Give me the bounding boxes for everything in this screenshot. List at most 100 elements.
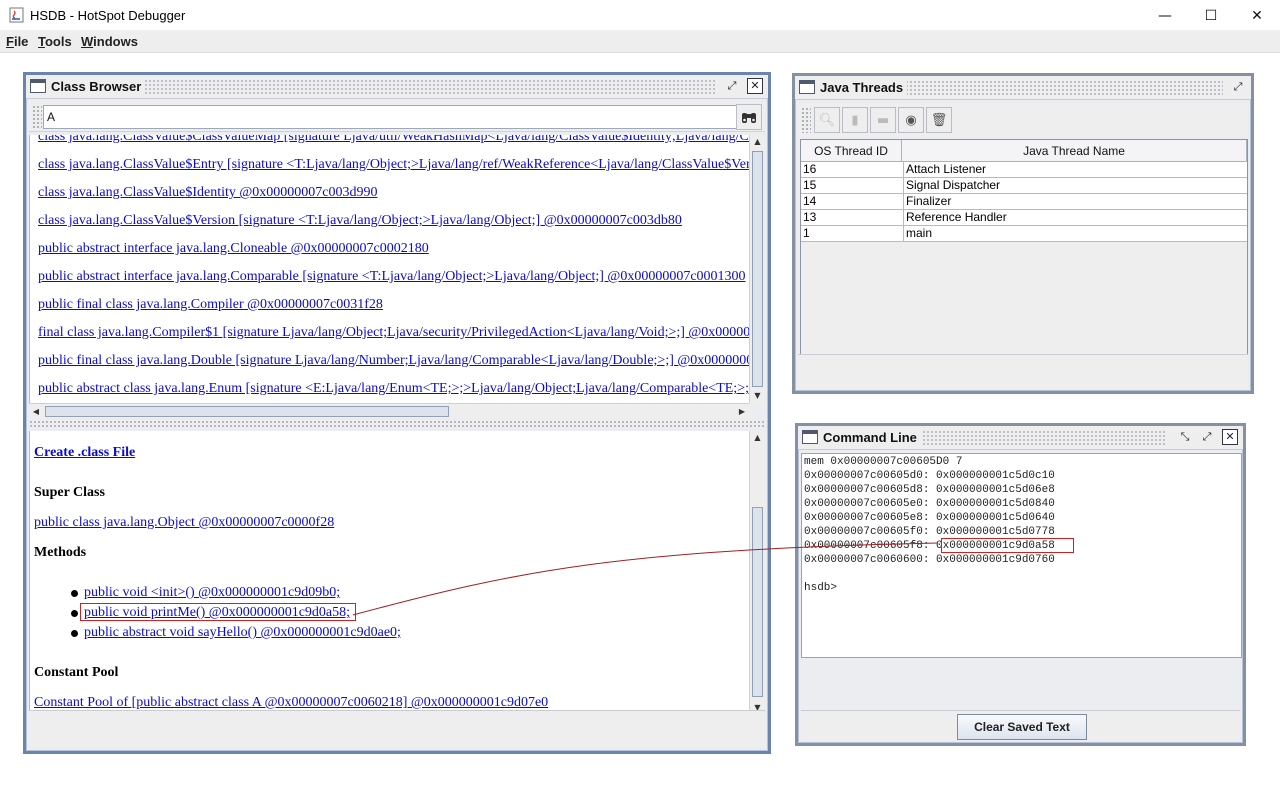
class-browser-titlebar[interactable]: Class Browser ⤢ ✕ bbox=[26, 75, 768, 99]
class-list-item[interactable]: public final class java.lang.Double [sig… bbox=[38, 353, 749, 369]
frame-window-icon bbox=[802, 430, 818, 444]
class-list-item[interactable]: public final class java.lang.Compiler @0… bbox=[38, 297, 383, 313]
table-row[interactable]: 14 Finalizer bbox=[801, 194, 1247, 210]
toolbar-grip[interactable] bbox=[801, 107, 811, 133]
table-row[interactable]: 15 Signal Dispatcher bbox=[801, 178, 1247, 194]
command-output-line: 0x00000007c00605d8: 0x000000001c5d06e8 bbox=[804, 484, 1055, 496]
column-header-java-thread-name[interactable]: Java Thread Name bbox=[902, 140, 1247, 162]
menu-tools-mnemonic: T bbox=[38, 34, 45, 49]
class-list-item[interactable]: class java.lang.ClassValue$Identity @0x0… bbox=[38, 185, 378, 201]
super-class-heading: Super Class bbox=[34, 485, 105, 500]
class-list-vertical-scrollbar[interactable]: ▲ ▼ bbox=[749, 135, 765, 403]
table-row[interactable]: 16 Attach Listener bbox=[801, 162, 1247, 178]
class-search-input[interactable] bbox=[43, 105, 739, 129]
command-output-area[interactable]: mem 0x00000007c00605D0 7 0x00000007c0060… bbox=[801, 453, 1242, 658]
command-line-title: Command Line bbox=[823, 430, 921, 445]
constant-pool-heading: Constant Pool bbox=[34, 665, 119, 680]
command-output-line: mem 0x00000007c00605D0 7 bbox=[804, 456, 963, 468]
command-line-footer: Clear Saved Text bbox=[801, 710, 1240, 740]
constant-pool-link[interactable]: Constant Pool of [public abstract class … bbox=[34, 695, 548, 711]
menu-file-label: ile bbox=[13, 34, 29, 49]
create-class-file-link[interactable]: Create .class File bbox=[34, 445, 135, 461]
class-list[interactable]: class java.lang.ClassValue$ClassValueMap… bbox=[29, 135, 749, 403]
minimize-frame-icon[interactable]: ⤡ bbox=[1177, 429, 1193, 445]
desktop-pane: Class Browser ⤢ ✕ class java.lang.ClassV… bbox=[0, 54, 1280, 787]
class-list-item[interactable]: public abstract class java.lang.Enum [si… bbox=[38, 381, 749, 397]
highlight-box bbox=[80, 603, 356, 621]
close-frame-icon[interactable]: ✕ bbox=[747, 78, 763, 94]
command-output-line: 0x00000007c00605f0: 0x000000001c5d0778 bbox=[804, 526, 1055, 538]
find-crash-icon[interactable]: ◉ bbox=[898, 107, 924, 133]
clear-saved-text-button[interactable]: Clear Saved Text bbox=[957, 714, 1087, 740]
menu-windows-mnemonic: W bbox=[81, 34, 94, 49]
toolbar-grip[interactable] bbox=[32, 105, 42, 129]
menu-bar: File Tools Windows bbox=[0, 31, 1280, 53]
thread-id-cell: 14 bbox=[803, 194, 817, 208]
class-list-item[interactable]: public abstract interface java.lang.Comp… bbox=[38, 269, 746, 285]
thread-id-cell: 15 bbox=[803, 178, 817, 192]
maximize-frame-icon[interactable]: ⤢ bbox=[724, 78, 740, 94]
info-icon[interactable]: ▬ bbox=[870, 107, 896, 133]
column-header-os-thread-id[interactable]: OS Thread ID bbox=[801, 140, 902, 162]
class-list-item[interactable]: class java.lang.ClassValue$Version [sign… bbox=[38, 213, 682, 229]
split-pane-divider[interactable] bbox=[29, 420, 765, 428]
scroll-down-icon[interactable]: ▼ bbox=[750, 389, 765, 403]
thread-name-cell: Finalizer bbox=[903, 194, 1243, 209]
method-link[interactable]: public void <init>() @0x000000001c9d09b0… bbox=[84, 585, 340, 601]
thread-id-cell: 16 bbox=[803, 162, 817, 176]
class-detail-pane: Create .class File Super Class public cl… bbox=[29, 431, 749, 715]
command-output-line: 0x00000007c00605d0: 0x000000001c5d0c10 bbox=[804, 470, 1055, 482]
class-browser-title: Class Browser bbox=[51, 79, 146, 94]
binoculars-icon[interactable] bbox=[736, 104, 762, 130]
stack-icon[interactable]: ▮ bbox=[842, 107, 868, 133]
class-list-item[interactable]: final class java.lang.Compiler$1 [signat… bbox=[38, 325, 749, 341]
menu-file[interactable]: File bbox=[6, 34, 28, 49]
class-list-horizontal-scrollbar[interactable]: ◀ ▶ bbox=[29, 403, 749, 419]
class-list-item[interactable]: class java.lang.ClassValue$ClassValueMap… bbox=[38, 135, 749, 145]
bullet-icon bbox=[71, 630, 78, 637]
menu-file-mnemonic: F bbox=[6, 34, 14, 49]
scroll-up-icon[interactable]: ▲ bbox=[750, 431, 765, 445]
scroll-right-icon[interactable]: ▶ bbox=[735, 404, 749, 419]
method-link[interactable]: public abstract void sayHello() @0x00000… bbox=[84, 625, 401, 641]
menu-tools[interactable]: Tools bbox=[38, 34, 72, 49]
command-line-titlebar[interactable]: Command Line ⤡ ⤢ ✕ bbox=[798, 426, 1243, 450]
menu-windows-label: indows bbox=[93, 34, 138, 49]
frame-window-icon bbox=[30, 79, 46, 93]
scrollbar-thumb[interactable] bbox=[45, 406, 449, 417]
window-title: HSDB - HotSpot Debugger bbox=[30, 8, 186, 23]
threads-toolbar: 🔍︎ ▮ ▬ ◉ 🗑︎ bbox=[798, 103, 1248, 137]
minimize-button[interactable]: — bbox=[1142, 0, 1188, 31]
class-list-item[interactable]: class java.lang.ClassValue$Entry [signat… bbox=[38, 157, 749, 173]
delete-icon[interactable]: 🗑︎ bbox=[926, 107, 952, 133]
command-output-line: 0x00000007c00605e8: 0x000000001c5d0640 bbox=[804, 512, 1055, 524]
menu-windows[interactable]: Windows bbox=[81, 34, 138, 49]
maximize-frame-icon[interactable]: ⤢ bbox=[1199, 429, 1215, 445]
window-titlebar: HSDB - HotSpot Debugger — ☐ ✕ bbox=[0, 0, 1280, 31]
maximize-button[interactable]: ☐ bbox=[1188, 0, 1234, 31]
thread-id-cell: 1 bbox=[803, 226, 810, 240]
scroll-left-icon[interactable]: ◀ bbox=[29, 404, 43, 419]
java-threads-title: Java Threads bbox=[820, 80, 908, 95]
command-output-line: 0x00000007c00605e0: 0x000000001c5d0840 bbox=[804, 498, 1055, 510]
inspect-icon[interactable]: 🔍︎ bbox=[814, 107, 840, 133]
command-prompt: hsdb> bbox=[804, 582, 838, 594]
super-class-link[interactable]: public class java.lang.Object @0x0000000… bbox=[34, 515, 334, 531]
scrollbar-thumb[interactable] bbox=[752, 507, 763, 697]
maximize-frame-icon[interactable]: ⤢ bbox=[1230, 79, 1246, 95]
thread-name-cell: Signal Dispatcher bbox=[903, 178, 1243, 193]
command-output-line: 0x00000007c0060600: 0x000000001c9d0760 bbox=[804, 554, 1055, 566]
scrollbar-thumb[interactable] bbox=[752, 151, 763, 387]
close-button[interactable]: ✕ bbox=[1234, 0, 1280, 31]
threads-table: OS Thread ID Java Thread Name 16 Attach L… bbox=[800, 139, 1248, 357]
table-row[interactable]: 1 main bbox=[801, 226, 1247, 242]
command-line-frame: Command Line ⤡ ⤢ ✕ mem 0x00000007c00605D… bbox=[795, 423, 1246, 746]
table-row[interactable]: 13 Reference Handler bbox=[801, 210, 1247, 226]
java-threads-titlebar[interactable]: Java Threads ⤢ bbox=[795, 76, 1251, 100]
thread-id-cell: 13 bbox=[803, 210, 817, 224]
highlight-box bbox=[941, 538, 1074, 553]
class-list-item[interactable]: public abstract interface java.lang.Clon… bbox=[38, 241, 429, 257]
close-frame-icon[interactable]: ✕ bbox=[1222, 429, 1238, 445]
detail-vertical-scrollbar[interactable]: ▲ ▼ bbox=[749, 431, 765, 715]
scroll-up-icon[interactable]: ▲ bbox=[750, 135, 765, 149]
